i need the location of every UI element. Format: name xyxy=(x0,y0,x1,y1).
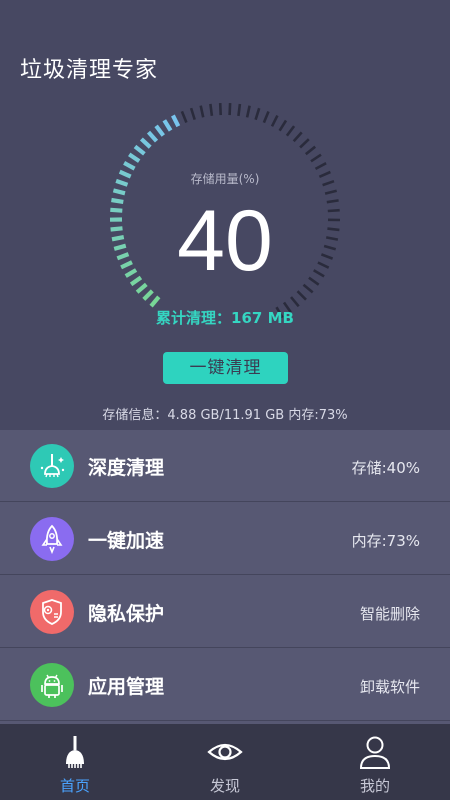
tab-home[interactable]: 首页 xyxy=(0,724,150,800)
gauge-tick-empty xyxy=(314,162,327,171)
menu-item-privacy[interactable]: 隐私保护 智能删除 xyxy=(0,576,450,648)
tab-mine[interactable]: 我的 xyxy=(300,724,450,800)
gauge-tick-empty xyxy=(237,103,242,117)
menu-item-app-manage[interactable]: 应用管理 卸载软件 xyxy=(0,649,450,721)
dashboard-header: 垃圾清理专家 存储用量(%) 40 累计清理：167 MB 一键清理 存储信息：… xyxy=(0,0,450,430)
tab-label-mine: 我的 xyxy=(359,777,390,795)
gauge-tick-filled xyxy=(171,114,181,128)
gauge-tick-empty xyxy=(292,131,303,143)
privacy-shield-icon xyxy=(30,590,74,634)
gauge-tick-empty xyxy=(189,107,196,120)
gauge-tick-empty xyxy=(304,145,317,156)
gauge-tick-empty xyxy=(199,105,205,118)
tab-label-home: 首页 xyxy=(59,777,90,795)
cleaned-total: 累计清理：167 MB xyxy=(156,309,294,327)
feature-menu: 深度清理 存储:40% 一键加速 内存:73% 隐私保护 智能删除 应用管理 卸… xyxy=(0,430,450,724)
storage-info: 存储信息：4.88 GB/11.91 GB 内存:73% xyxy=(102,408,348,423)
menu-label-speed-up: 一键加速 xyxy=(88,530,165,552)
gauge-tick-filled xyxy=(128,152,141,163)
gauge-tick-empty xyxy=(262,111,270,124)
tab-label-discover: 发现 xyxy=(209,777,240,795)
gauge-tick-filled xyxy=(139,137,152,149)
menu-value-memory: 内存:73% xyxy=(351,532,420,550)
gauge-tick-filled xyxy=(162,119,173,132)
gauge-tick-empty xyxy=(218,103,222,116)
bottom-tab-bar: 首页 发现 我的 xyxy=(0,724,450,800)
gauge-tick-filled xyxy=(149,295,161,308)
gauge-tick-filled xyxy=(146,130,159,143)
menu-value-smart-delete: 智能删除 xyxy=(359,605,420,623)
menu-label-deep-clean: 深度清理 xyxy=(88,457,165,479)
gauge-tick-empty xyxy=(285,125,296,137)
gauge-tick-empty xyxy=(245,105,251,118)
broom-sparkle-icon xyxy=(30,444,74,488)
menu-value-uninstall: 卸载软件 xyxy=(359,678,420,696)
gauge-tick-empty xyxy=(180,110,188,123)
gauge-tick-empty xyxy=(209,103,214,116)
gauge-tick-empty xyxy=(299,138,310,149)
gauge-tick-filled xyxy=(154,124,165,137)
gauge-tick-empty xyxy=(296,290,307,301)
gauge-tick-filled xyxy=(123,161,136,171)
person-icon xyxy=(359,736,391,769)
gauge-tick-empty xyxy=(278,119,288,132)
broom-icon xyxy=(66,736,84,768)
android-icon xyxy=(30,663,74,707)
one-click-clean-button[interactable]: 一键清理 xyxy=(163,352,288,384)
menu-label-privacy: 隐私保护 xyxy=(88,603,165,625)
gauge-tick-empty xyxy=(310,153,322,163)
gauge-tick-empty xyxy=(270,115,279,127)
tab-discover[interactable]: 发现 xyxy=(150,724,300,800)
menu-item-speed-up[interactable]: 一键加速 内存:73% xyxy=(0,503,450,575)
gauge-value: 40 xyxy=(177,193,273,289)
gauge-tick-empty xyxy=(290,296,300,308)
gauge-tick-empty xyxy=(228,103,232,116)
rocket-icon xyxy=(30,517,74,561)
gauge-caption: 存储用量(%) xyxy=(190,172,260,186)
gauge-tick-empty xyxy=(254,107,261,121)
menu-item-deep-clean[interactable]: 深度清理 存储:40% xyxy=(0,430,450,502)
menu-value-storage: 存储:40% xyxy=(351,459,420,477)
gauge-tick-filled xyxy=(133,144,146,156)
eye-icon xyxy=(207,743,243,761)
gauge-tick-filled xyxy=(142,289,154,301)
menu-label-app-manage: 应用管理 xyxy=(88,676,165,698)
